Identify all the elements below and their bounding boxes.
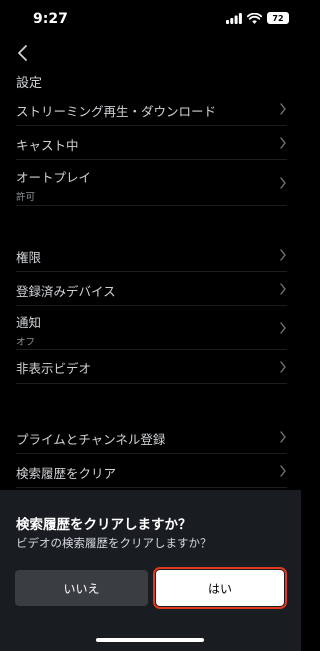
settings-item-notifications[interactable]: 通知 オフ (16, 306, 287, 350)
page-title: 設定 (16, 76, 43, 91)
settings-item-label: キャスト中 (16, 138, 79, 153)
settings-item-value: オフ (16, 337, 36, 348)
chevron-right-icon (280, 136, 286, 149)
settings-item-label: 非表示ビデオ (16, 361, 92, 376)
back-chevron-icon[interactable] (14, 44, 32, 62)
battery-level: 72 (272, 13, 284, 23)
chevron-right-icon (280, 321, 286, 334)
status-icons: 72 (226, 12, 289, 24)
settings-item-label: プライムとチャンネル登録 (16, 432, 166, 447)
status-time: 9:27 (33, 11, 68, 27)
settings-list: ストリーミング再生・ダウンロード キャスト中 オートプレイ 許可 権限 登録済み… (16, 92, 287, 522)
settings-item-devices[interactable]: 登録済みデバイス (16, 272, 287, 306)
settings-item-cast[interactable]: キャスト中 (16, 126, 287, 160)
settings-item-hidden-videos[interactable]: 非表示ビデオ (16, 350, 287, 384)
status-bar: 9:27 72 (0, 0, 301, 40)
settings-item-permissions[interactable]: 権限 (16, 238, 287, 272)
wifi-icon (247, 12, 262, 24)
home-indicator (96, 638, 204, 642)
settings-item-label: 登録済みデバイス (16, 284, 116, 299)
signal-icon (226, 12, 242, 24)
settings-item-label: 権限 (16, 250, 42, 265)
settings-item-autoplay[interactable]: オートプレイ 許可 (16, 160, 287, 206)
dialog-message: ビデオの検索履歴をクリアしますか？ (16, 536, 212, 550)
chevron-right-icon (280, 464, 286, 477)
chevron-right-icon (280, 102, 286, 115)
settings-item-label: 検索履歴をクリア (16, 466, 117, 481)
chevron-right-icon (280, 282, 286, 295)
settings-item-label: オートプレイ (16, 170, 92, 185)
chevron-right-icon (280, 360, 286, 373)
confirm-button[interactable]: はい (153, 567, 287, 609)
settings-item-label: ストリーミング再生・ダウンロード (16, 104, 217, 119)
settings-item-subscriptions[interactable]: プライムとチャンネル登録 (16, 420, 287, 454)
settings-item-label: 通知 (16, 315, 42, 330)
chevron-right-icon (280, 248, 286, 261)
battery-icon: 72 (267, 12, 289, 24)
settings-item-value: 許可 (16, 192, 36, 203)
chevron-right-icon (280, 430, 286, 443)
dialog-title: 検索履歴をクリアしますか？ (16, 517, 192, 533)
chevron-right-icon (280, 176, 286, 189)
settings-item-clear-search[interactable]: 検索履歴をクリア (16, 454, 287, 488)
cancel-button[interactable]: いいえ (15, 570, 148, 606)
settings-item-streaming[interactable]: ストリーミング再生・ダウンロード (16, 92, 287, 126)
